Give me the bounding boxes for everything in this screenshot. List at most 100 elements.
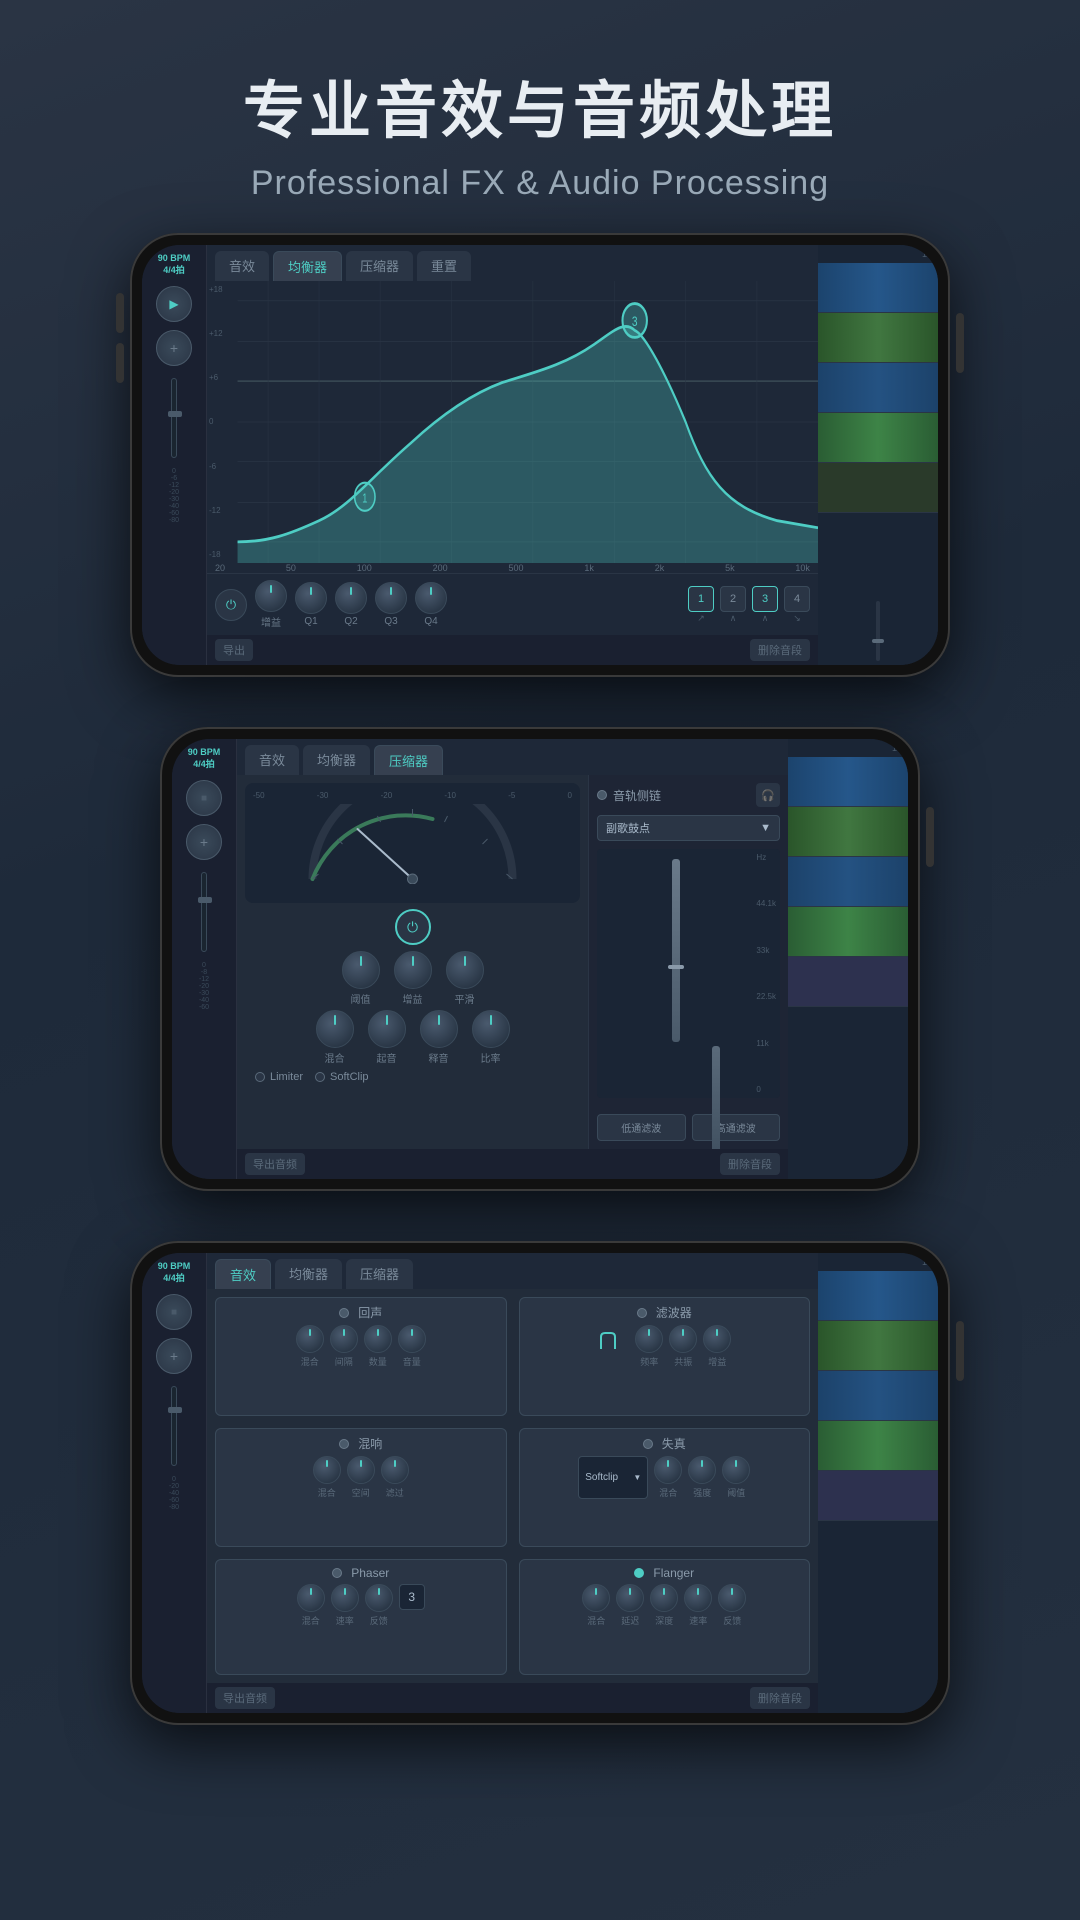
track-item-3-4[interactable] <box>818 1421 938 1471</box>
q4-knob[interactable] <box>415 582 447 614</box>
flanger-depth-knob[interactable] <box>650 1584 678 1612</box>
highpass-button[interactable]: 高通滤波 <box>692 1114 781 1141</box>
echo-count-knob[interactable] <box>364 1325 392 1353</box>
band-3-button[interactable]: 3 <box>752 586 778 612</box>
track-item-5[interactable] <box>818 463 938 513</box>
freq-slider-thumb[interactable] <box>668 965 684 969</box>
volume-fader-3[interactable] <box>171 1386 177 1466</box>
mix-knob[interactable] <box>316 1010 354 1048</box>
remove-segment-button-3[interactable]: 删除音段 <box>750 1687 810 1709</box>
filter-res-knob[interactable] <box>669 1325 697 1353</box>
flanger-mix-knob[interactable] <box>582 1584 610 1612</box>
phaser-mix-knob[interactable] <box>297 1584 325 1612</box>
flanger-delay-knob[interactable] <box>616 1584 644 1612</box>
reverb-dot[interactable] <box>339 1439 349 1449</box>
track-item-2-5[interactable] <box>788 957 908 1007</box>
tab-compressor-2[interactable]: 压缩器 <box>374 745 443 775</box>
phaser-dot[interactable] <box>332 1568 342 1578</box>
reverb-space-knob[interactable] <box>347 1456 375 1484</box>
headphones-button[interactable]: 🎧 <box>756 783 780 807</box>
volume-fader-2[interactable] <box>201 872 207 952</box>
tab-effects-1[interactable]: 音效 <box>215 251 269 281</box>
power-button-2[interactable] <box>926 807 934 867</box>
phaser-rate-knob[interactable] <box>331 1584 359 1612</box>
lowpass-button[interactable]: 低通滤波 <box>597 1114 686 1141</box>
dist-intensity-knob[interactable] <box>688 1456 716 1484</box>
add-button-1[interactable]: + <box>156 330 192 366</box>
reverb-filter-knob[interactable] <box>381 1456 409 1484</box>
echo-interval-knob[interactable] <box>330 1325 358 1353</box>
band-1-button[interactable]: 1 <box>688 586 714 612</box>
attack-knob[interactable] <box>368 1010 406 1048</box>
flanger-dot[interactable] <box>634 1568 644 1578</box>
smooth-knob[interactable] <box>446 951 484 989</box>
tab-eq-2[interactable]: 均衡器 <box>303 745 370 775</box>
threshold-knob[interactable] <box>342 951 380 989</box>
remove-segment-button-1[interactable]: 删除音段 <box>750 639 810 661</box>
q2-knob[interactable] <box>335 582 367 614</box>
band-2-button[interactable]: 2 <box>720 586 746 612</box>
track-item-2-3[interactable] <box>788 857 908 907</box>
track-item-1[interactable] <box>818 263 938 313</box>
distortion-dot[interactable] <box>643 1439 653 1449</box>
flanger-feedback-knob[interactable] <box>718 1584 746 1612</box>
power-button-3[interactable] <box>956 1321 964 1381</box>
track-item-3-1[interactable] <box>818 1271 938 1321</box>
phaser-feedback-knob[interactable] <box>365 1584 393 1612</box>
filter-freq-knob[interactable] <box>635 1325 663 1353</box>
track-item-3-2[interactable] <box>818 1321 938 1371</box>
dist-threshold-knob[interactable] <box>722 1456 750 1484</box>
reverb-mix-knob[interactable] <box>313 1456 341 1484</box>
track-item-2[interactable] <box>818 313 938 363</box>
add-button-3[interactable]: + <box>156 1338 192 1374</box>
q3-knob[interactable] <box>375 582 407 614</box>
tab-reset-1[interactable]: 重置 <box>417 251 471 281</box>
comp-power-button[interactable]: ⏻ <box>395 909 431 945</box>
track-item-3-3[interactable] <box>818 1371 938 1421</box>
play-button-1[interactable]: ▶ <box>156 286 192 322</box>
softclip-radio[interactable]: SoftClip <box>315 1071 369 1083</box>
track-item-4[interactable] <box>818 413 938 463</box>
echo-mix-knob[interactable] <box>296 1325 324 1353</box>
track-item-3[interactable] <box>818 363 938 413</box>
tab-effects-2[interactable]: 音效 <box>245 745 299 775</box>
track-item-3-5[interactable] <box>818 1471 938 1521</box>
export-button-1[interactable]: 导出 <box>215 639 253 661</box>
remove-segment-button-2[interactable]: 删除音段 <box>720 1153 780 1175</box>
play-button-3[interactable]: ■ <box>156 1294 192 1330</box>
band-4-button[interactable]: 4 <box>784 586 810 612</box>
limiter-radio[interactable]: Limiter <box>255 1071 303 1083</box>
track-item-2-1[interactable] <box>788 757 908 807</box>
ratio-knob[interactable] <box>472 1010 510 1048</box>
sidechain-select[interactable]: 副歌鼓点 ▼ <box>597 815 780 841</box>
tab-effects-3[interactable]: 音效 <box>215 1259 271 1289</box>
volume-fader-1[interactable] <box>171 378 177 458</box>
gain-knob-2[interactable] <box>394 951 432 989</box>
filter-dot[interactable] <box>637 1308 647 1318</box>
export-button-2[interactable]: 导出音频 <box>245 1153 305 1175</box>
add-button-2[interactable]: + <box>186 824 222 860</box>
tab-compressor-3[interactable]: 压缩器 <box>346 1259 413 1289</box>
volume-up-button[interactable] <box>116 293 124 333</box>
gain-knob[interactable] <box>255 580 287 612</box>
filter-gain-knob[interactable] <box>703 1325 731 1353</box>
volume-down-button[interactable] <box>116 343 124 383</box>
track-item-2-2[interactable] <box>788 807 908 857</box>
dist-mix-knob[interactable] <box>654 1456 682 1484</box>
freq-slider-bar[interactable] <box>672 859 680 1042</box>
tab-eq-1[interactable]: 均衡器 <box>273 251 342 281</box>
q1-knob[interactable] <box>295 582 327 614</box>
eq-power-button[interactable]: ⏻ <box>215 589 247 621</box>
echo-volume-knob[interactable] <box>398 1325 426 1353</box>
play-button-2[interactable]: ■ <box>186 780 222 816</box>
flanger-rate-knob[interactable] <box>684 1584 712 1612</box>
export-button-3[interactable]: 导出音频 <box>215 1687 275 1709</box>
distortion-type-select[interactable]: Softclip ▼ <box>578 1456 648 1499</box>
echo-dot[interactable] <box>339 1308 349 1318</box>
release-knob[interactable] <box>420 1010 458 1048</box>
power-button[interactable] <box>956 313 964 373</box>
phaser-stages-box[interactable]: 3 <box>399 1584 425 1610</box>
tab-eq-3[interactable]: 均衡器 <box>275 1259 342 1289</box>
track-item-2-4[interactable] <box>788 907 908 957</box>
tab-compressor-1[interactable]: 压缩器 <box>346 251 413 281</box>
